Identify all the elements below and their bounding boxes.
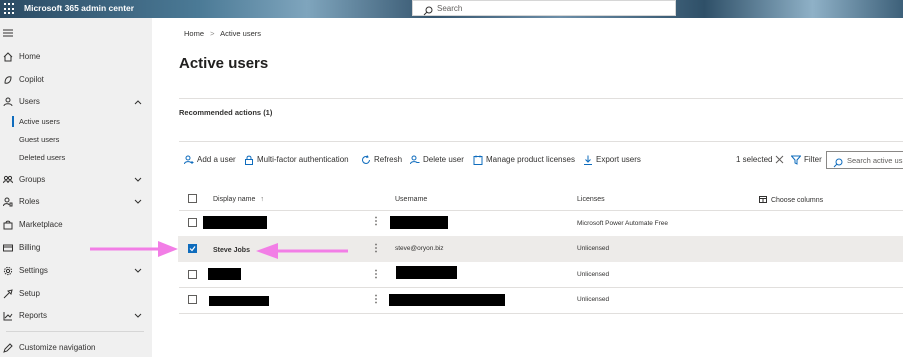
search-icon	[423, 3, 433, 21]
more-actions-icon[interactable]: ⋮	[371, 269, 381, 280]
column-header-username[interactable]: Username	[395, 196, 427, 203]
breadcrumb: Home > Active users	[184, 29, 261, 38]
filter-icon	[790, 155, 802, 167]
recommended-actions-header[interactable]: Recommended actions (1)	[179, 108, 272, 117]
pencil-icon	[3, 343, 13, 355]
license-cell: Microsoft Power Automate Free	[577, 220, 669, 227]
refresh-icon	[361, 155, 371, 167]
home-icon	[3, 52, 13, 64]
sidebar-item-roles[interactable]: Roles	[0, 194, 152, 210]
chevron-up-icon[interactable]	[134, 98, 142, 107]
sidebar-item-marketplace[interactable]: Marketplace	[0, 217, 152, 233]
top-bar: Microsoft 365 admin center Search	[0, 0, 903, 18]
sidebar-subitem-guest-users[interactable]: Guest users	[0, 133, 152, 147]
redacted-username	[396, 266, 457, 279]
lock-icon	[244, 155, 254, 167]
sidebar-item-copilot[interactable]: Copilot	[0, 72, 152, 88]
display-name-cell[interactable]: Steve Jobs	[213, 247, 250, 254]
more-actions-icon[interactable]: ⋮	[371, 294, 381, 305]
table-header-divider	[179, 210, 903, 211]
gear-icon	[3, 266, 13, 278]
download-icon	[583, 155, 593, 167]
sidebar-subitem-active-users[interactable]: Active users	[0, 115, 152, 129]
chevron-down-icon[interactable]	[134, 312, 142, 321]
section-divider	[179, 98, 903, 99]
sort-ascending-icon: ↑	[260, 196, 264, 203]
hamburger-icon[interactable]	[3, 28, 13, 40]
row-divider	[179, 287, 903, 288]
chevron-down-icon[interactable]	[134, 176, 142, 185]
search-icon	[833, 155, 843, 173]
page-title: Active users	[179, 55, 269, 72]
close-icon	[775, 155, 784, 166]
row-divider	[179, 313, 903, 314]
section-divider	[179, 141, 903, 142]
delete-person-icon	[410, 155, 420, 167]
roles-icon	[3, 197, 13, 209]
billing-icon	[3, 243, 13, 255]
annotation-arrow-left	[256, 243, 348, 259]
row-checkbox-checked[interactable]	[188, 244, 197, 253]
select-all-checkbox[interactable]	[188, 194, 197, 203]
breadcrumb-home[interactable]: Home	[184, 29, 204, 38]
app-launcher-icon[interactable]	[4, 3, 16, 15]
columns-icon	[759, 196, 769, 204]
row-checkbox[interactable]	[188, 270, 197, 279]
license-cell: Unlicensed	[577, 296, 610, 303]
sidebar-item-home[interactable]: Home	[0, 49, 152, 65]
sidebar-item-setup[interactable]: Setup	[0, 286, 152, 302]
more-actions-icon[interactable]: ⋮	[371, 243, 381, 254]
breadcrumb-current: Active users	[220, 29, 262, 38]
groups-icon	[3, 175, 13, 187]
person-icon	[3, 97, 13, 109]
column-header-display-name[interactable]: Display name ↑	[213, 196, 264, 203]
copilot-icon	[3, 75, 13, 87]
license-icon	[473, 155, 483, 167]
column-header-licenses[interactable]: Licenses	[577, 196, 605, 203]
sidebar-divider	[6, 331, 144, 332]
active-indicator	[12, 116, 14, 127]
annotation-arrow-right	[90, 241, 178, 257]
redacted-display-name	[208, 268, 241, 280]
command-bar: Add a user Multi-factor authentication R…	[0, 154, 903, 168]
sidebar-item-groups[interactable]: Groups	[0, 172, 152, 188]
chevron-down-icon[interactable]	[134, 198, 142, 207]
breadcrumb-separator: >	[210, 29, 215, 38]
sidebar-item-settings[interactable]: Settings	[0, 263, 152, 279]
license-cell: Unlicensed	[577, 271, 610, 278]
redacted-display-name	[209, 296, 269, 306]
chevron-down-icon[interactable]	[134, 267, 142, 276]
row-checkbox[interactable]	[188, 295, 197, 304]
license-cell: Unlicensed	[577, 245, 610, 252]
sidebar-item-users[interactable]: Users	[0, 94, 152, 110]
global-search-input[interactable]: Search	[412, 0, 676, 16]
nav-toggle[interactable]	[0, 25, 152, 41]
sidebar: Home Copilot Users Active users Guest us…	[0, 18, 152, 357]
redacted-username	[390, 216, 448, 229]
choose-columns-button[interactable]: Choose columns	[759, 196, 823, 204]
search-placeholder: Search	[437, 4, 463, 13]
redacted-username	[389, 294, 505, 306]
search-active-users-input[interactable]: Search active us	[826, 151, 903, 169]
reports-icon	[3, 311, 13, 323]
app-title[interactable]: Microsoft 365 admin center	[24, 3, 134, 13]
row-checkbox[interactable]	[188, 218, 197, 227]
marketplace-icon	[3, 220, 13, 232]
username-cell: steve@oryon.biz	[395, 245, 444, 252]
more-actions-icon[interactable]: ⋮	[371, 216, 381, 227]
sidebar-item-reports[interactable]: Reports	[0, 308, 152, 324]
add-person-icon	[184, 155, 194, 167]
redacted-display-name	[203, 216, 267, 229]
sidebar-item-customize-navigation[interactable]: Customize navigation	[0, 340, 152, 356]
setup-icon	[3, 289, 13, 301]
